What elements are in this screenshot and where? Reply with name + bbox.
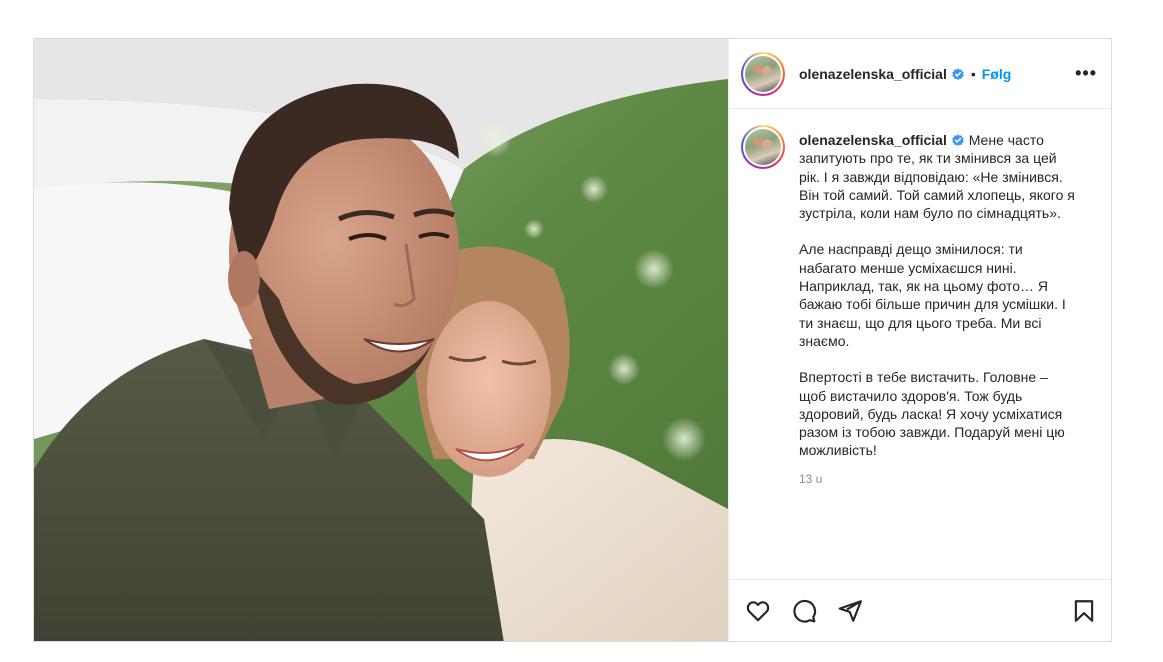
separator-dot: • — [970, 65, 976, 82]
profile-avatar[interactable] — [741, 51, 785, 96]
action-bar — [729, 579, 1111, 641]
caption-area: olenazelenska_official Мене часто запиту… — [729, 109, 1111, 579]
verified-badge-icon — [952, 68, 964, 80]
caption-text: olenazelenska_official Мене часто запиту… — [799, 131, 1075, 579]
post-photo-image — [34, 39, 728, 641]
avatar-image — [745, 55, 781, 92]
post-photo[interactable] — [34, 39, 728, 641]
bookmark-icon[interactable] — [1071, 598, 1097, 624]
avatar-frame — [743, 127, 783, 167]
verified-badge-icon — [952, 134, 964, 146]
paper-plane-icon[interactable] — [837, 598, 863, 624]
heart-icon[interactable] — [745, 598, 771, 624]
comment-icon[interactable] — [791, 598, 817, 624]
caption-username[interactable]: olenazelenska_official — [799, 132, 947, 148]
caption-paragraph-3: Впертості в тебе вистачить. Головне – що… — [799, 369, 1065, 459]
more-options-icon[interactable]: ••• — [1075, 63, 1097, 84]
caption-avatar[interactable] — [741, 125, 785, 169]
caption-paragraph-2: Але насправді дещо змінилося: ти набагат… — [799, 241, 1066, 349]
caption-paragraph: olenazelenska_official Мене часто запиту… — [799, 131, 1075, 222]
avatar-frame — [743, 53, 783, 94]
post-sidebar: olenazelenska_official • Følg ••• olenaz… — [728, 39, 1111, 641]
header-username[interactable]: olenazelenska_official — [799, 66, 947, 82]
avatar-image — [745, 129, 781, 165]
instagram-post: olenazelenska_official • Følg ••• olenaz… — [33, 38, 1112, 642]
post-timestamp[interactable]: 13 u — [799, 470, 1075, 488]
follow-button[interactable]: Følg — [982, 66, 1012, 82]
post-header: olenazelenska_official • Følg ••• — [729, 39, 1111, 109]
